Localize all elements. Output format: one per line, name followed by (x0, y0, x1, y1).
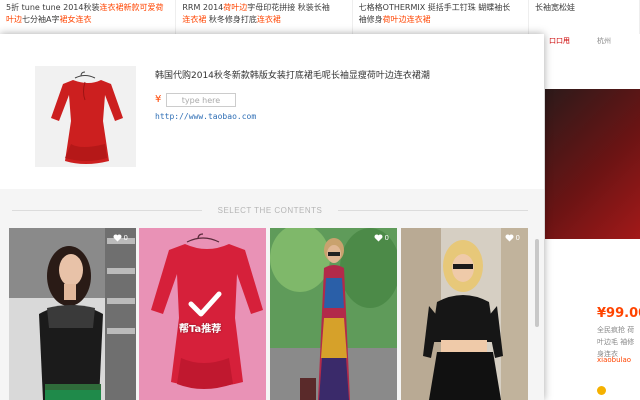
like-badge[interactable]: 0 (505, 234, 520, 242)
background-listing-cell[interactable]: RRM 2014荷叶边字母印花拼接 秋装长袖 连衣裙 秋冬修身打底连衣裙 (176, 0, 353, 34)
background-top-row: 5折 tune tune 2014秋装连衣裙新款可爱荷 叶边七分袖A字裙女连衣 … (0, 0, 640, 34)
gallery-scrollbar[interactable] (534, 239, 540, 327)
recommend-label: 帮Ta推荐 (179, 324, 222, 335)
coin-icon (597, 386, 606, 395)
photo-woman-maxi-dress (270, 228, 397, 400)
photo-blonde-woman (401, 228, 528, 400)
like-count: 0 (515, 234, 520, 242)
share-popup: 韩国代购2014秋冬新款韩版女装打底裙毛呢长袖显瘦荷叶边连衣裙潮 ¥ http:… (0, 34, 544, 400)
heart-icon (505, 234, 514, 242)
selected-overlay (139, 228, 266, 400)
background-product-card[interactable]: 口口甩 杭州 ¥99.00 全民疯抢 荷叶边毛 袖修身连衣 xiaobulao (545, 34, 640, 400)
section-divider: SELECT THE CONTENTS (12, 206, 528, 216)
seller-link[interactable]: xiaobulao (597, 356, 631, 364)
like-badge[interactable]: 0 (374, 234, 389, 242)
content-selection-area: SELECT THE CONTENTS 0 帮Ta推荐 0 0 (0, 189, 544, 400)
product-description: 全民疯抢 荷叶边毛 袖修身连衣 (597, 326, 635, 358)
gallery-tile-selected[interactable]: 帮Ta推荐 (139, 228, 266, 400)
product-link[interactable]: http://www.taobao.com (155, 112, 256, 121)
seller-tag: 口口甩 (549, 37, 570, 45)
gallery-tile[interactable]: 0 (401, 228, 528, 400)
gallery-tile[interactable]: 0 (270, 228, 397, 400)
product-image (35, 66, 136, 167)
background-listing-cell[interactable]: 七格格OTHERMIX 挺括手工钉珠 蝴蝶袖长 袖修身荷叶边连衣裙 (353, 0, 529, 34)
currency-symbol: ¥ (155, 94, 162, 105)
checkmark-icon (188, 291, 222, 317)
product-thumbnail[interactable] (545, 89, 640, 239)
price-text: ¥99.00 (597, 306, 640, 321)
scrollbar-thumb[interactable] (535, 239, 539, 327)
divider-line (338, 210, 528, 211)
like-count: 0 (123, 234, 128, 242)
product-title: 韩国代购2014秋冬新款韩版女装打底裙毛呢长袖显瘦荷叶边连衣裙潮 (155, 71, 430, 81)
heart-icon (113, 234, 122, 242)
red-dress-illustration (51, 71, 123, 164)
heart-icon (374, 234, 383, 242)
price-input[interactable] (166, 93, 236, 107)
location-text: 杭州 (597, 37, 611, 45)
like-badge[interactable]: 0 (113, 234, 128, 242)
background-listing-cell[interactable]: 长袖宽松娃 (529, 0, 640, 34)
gallery-tile[interactable]: 0 (9, 228, 136, 400)
photo-woman-black-top (9, 228, 136, 400)
image-gallery: 0 帮Ta推荐 0 0 (9, 228, 529, 400)
like-count: 0 (384, 234, 389, 242)
background-listing-cell[interactable]: 5折 tune tune 2014秋装连衣裙新款可爱荷 叶边七分袖A字裙女连衣 (0, 0, 177, 34)
